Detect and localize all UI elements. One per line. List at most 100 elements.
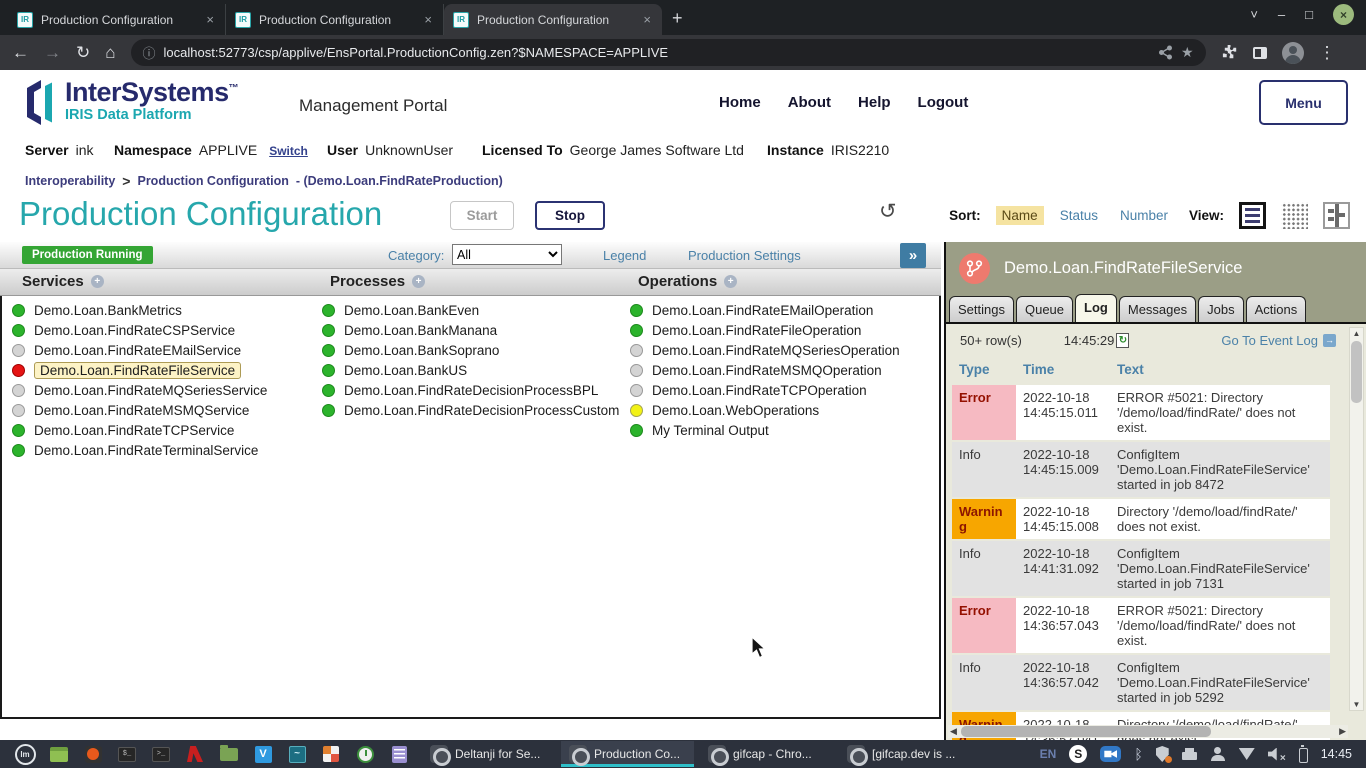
- service-item[interactable]: Demo.Loan.BankMetrics: [12, 300, 267, 320]
- service-item[interactable]: Demo.Loan.FindRateCSPService: [12, 320, 267, 340]
- log-column-header[interactable]: Time: [1016, 358, 1110, 385]
- sort-option[interactable]: Number: [1114, 206, 1174, 225]
- extensions-puzzle-icon[interactable]: [1221, 44, 1238, 61]
- user-icon[interactable]: [1210, 747, 1226, 761]
- browser-tab[interactable]: IR Production Configuration ×: [8, 4, 226, 35]
- new-tab-button[interactable]: +: [672, 8, 683, 29]
- file-manager-icon[interactable]: [216, 742, 242, 766]
- detail-tab[interactable]: Log: [1075, 294, 1117, 322]
- add-service-button[interactable]: +: [91, 275, 104, 288]
- wave-app-icon[interactable]: ~: [284, 742, 310, 766]
- notes-icon[interactable]: [386, 742, 412, 766]
- url-text[interactable]: localhost:52773/csp/applive/EnsPortal.Pr…: [164, 45, 669, 60]
- tab-close-icon[interactable]: ×: [422, 12, 434, 27]
- share-icon[interactable]: [1158, 45, 1173, 60]
- horizontal-scroll-thumb[interactable]: [961, 726, 1211, 737]
- scroll-down-arrow[interactable]: ▼: [1350, 700, 1363, 709]
- top-nav-link[interactable]: About: [788, 94, 831, 111]
- view-list-icon[interactable]: [1239, 202, 1266, 229]
- production-settings-link[interactable]: Production Settings: [688, 248, 801, 263]
- detail-tab[interactable]: Queue: [1016, 296, 1073, 322]
- terminal-icon[interactable]: $_: [114, 742, 140, 766]
- start-button[interactable]: Start: [450, 201, 514, 230]
- video-camera-icon[interactable]: [1100, 746, 1121, 762]
- window-list-icon[interactable]: [46, 742, 72, 766]
- window-restore-button[interactable]: □: [1305, 7, 1313, 22]
- sort-option[interactable]: Status: [1054, 206, 1104, 225]
- view-split-icon[interactable]: [1323, 202, 1350, 229]
- browser-tab[interactable]: IR Production Configuration ×: [444, 4, 662, 35]
- reload-icon[interactable]: ↻: [76, 44, 90, 61]
- mint-menu-icon[interactable]: lm: [12, 742, 38, 766]
- vertical-scrollbar[interactable]: ▲ ▼: [1349, 327, 1364, 711]
- process-item[interactable]: Demo.Loan.BankEven: [322, 300, 619, 320]
- tab-search-chevron-icon[interactable]: ˅: [1250, 7, 1258, 22]
- browser-tab[interactable]: IR Production Configuration ×: [226, 4, 444, 35]
- menu-button[interactable]: Menu: [1259, 80, 1348, 125]
- operation-item[interactable]: Demo.Loan.WebOperations: [630, 400, 900, 420]
- orange-app-icon[interactable]: [80, 742, 106, 766]
- log-column-header[interactable]: Text: [1110, 358, 1330, 385]
- refresh-icon[interactable]: ↻: [879, 199, 897, 224]
- legend-link[interactable]: Legend: [603, 248, 646, 263]
- taskbar-clock[interactable]: 14:45: [1321, 747, 1352, 761]
- service-item[interactable]: Demo.Loan.FindRateEMailService: [12, 340, 267, 360]
- taskbar-window-button[interactable]: Production Co...: [561, 741, 694, 767]
- detail-tab[interactable]: Jobs: [1198, 296, 1243, 322]
- operation-item[interactable]: My Terminal Output: [630, 420, 900, 440]
- service-item[interactable]: Demo.Loan.FindRateMQSeriesService: [12, 380, 267, 400]
- top-nav-link[interactable]: Logout: [918, 94, 969, 111]
- log-column-header[interactable]: Type: [952, 358, 1016, 385]
- profile-avatar[interactable]: [1282, 42, 1304, 64]
- volume-muted-icon[interactable]: [1268, 748, 1286, 761]
- service-item[interactable]: Demo.Loan.FindRateFileService: [12, 360, 267, 380]
- log-refresh-icon[interactable]: ↻: [1116, 333, 1129, 348]
- operation-item[interactable]: Demo.Loan.FindRateMSMQOperation: [630, 360, 900, 380]
- horizontal-scrollbar[interactable]: ◀ ▶: [948, 725, 1348, 738]
- service-item[interactable]: Demo.Loan.FindRateTCPService: [12, 420, 267, 440]
- calculator-icon[interactable]: [318, 742, 344, 766]
- vertical-scroll-thumb[interactable]: [1351, 341, 1362, 403]
- category-select[interactable]: All: [452, 244, 562, 265]
- service-item[interactable]: Demo.Loan.FindRateTerminalService: [12, 440, 267, 460]
- browser-menu-kebab-icon[interactable]: ⋮: [1319, 44, 1336, 61]
- detail-tab[interactable]: Settings: [949, 296, 1014, 322]
- taskbar-window-button[interactable]: Deltanji for Se...: [422, 741, 555, 767]
- tab-close-icon[interactable]: ×: [204, 12, 216, 27]
- taskbar-window-button[interactable]: gifcap - Chro...: [700, 741, 833, 767]
- bluetooth-icon[interactable]: ᛒ: [1134, 746, 1142, 762]
- window-close-button[interactable]: ×: [1333, 4, 1354, 25]
- process-item[interactable]: Demo.Loan.BankManana: [322, 320, 619, 340]
- address-bar[interactable]: ⓘ localhost:52773/csp/applive/EnsPortal.…: [131, 39, 1206, 66]
- side-panel-icon[interactable]: [1253, 47, 1267, 59]
- window-minimize-button[interactable]: –: [1278, 7, 1285, 22]
- shield-icon[interactable]: [1156, 746, 1169, 762]
- add-process-button[interactable]: +: [412, 275, 425, 288]
- go-to-event-log-link[interactable]: Go To Event Log →: [1221, 333, 1336, 348]
- wifi-icon[interactable]: [1239, 748, 1255, 760]
- operation-item[interactable]: Demo.Loan.FindRateMQSeriesOperation: [630, 340, 900, 360]
- detail-tab[interactable]: Actions: [1246, 296, 1307, 322]
- timeshift-icon[interactable]: [352, 742, 378, 766]
- printer-icon[interactable]: [1182, 752, 1197, 760]
- process-item[interactable]: Demo.Loan.FindRateDecisionProcessBPL: [322, 380, 619, 400]
- tab-close-icon[interactable]: ×: [641, 12, 653, 27]
- back-icon[interactable]: ←: [12, 44, 29, 61]
- operation-item[interactable]: Demo.Loan.FindRateEMailOperation: [630, 300, 900, 320]
- stop-button[interactable]: Stop: [535, 201, 605, 230]
- scroll-up-arrow[interactable]: ▲: [1350, 329, 1363, 338]
- taskbar-window-button[interactable]: [gifcap.dev is ...: [839, 741, 972, 767]
- add-operation-button[interactable]: +: [724, 275, 737, 288]
- detail-tab[interactable]: Messages: [1119, 296, 1196, 322]
- breadcrumb-interoperability[interactable]: Interoperability: [25, 174, 115, 188]
- keyboard-layout-indicator[interactable]: EN: [1040, 747, 1057, 761]
- expand-panel-button[interactable]: »: [900, 243, 926, 268]
- process-item[interactable]: Demo.Loan.BankUS: [322, 360, 619, 380]
- scroll-right-arrow[interactable]: ▶: [1339, 725, 1346, 738]
- site-info-icon[interactable]: ⓘ: [143, 43, 156, 62]
- top-nav-link[interactable]: Help: [858, 94, 891, 111]
- view-grid-icon[interactable]: [1281, 202, 1308, 229]
- operation-item[interactable]: Demo.Loan.FindRateTCPOperation: [630, 380, 900, 400]
- top-nav-link[interactable]: Home: [719, 94, 761, 111]
- vscode-icon[interactable]: V: [250, 742, 276, 766]
